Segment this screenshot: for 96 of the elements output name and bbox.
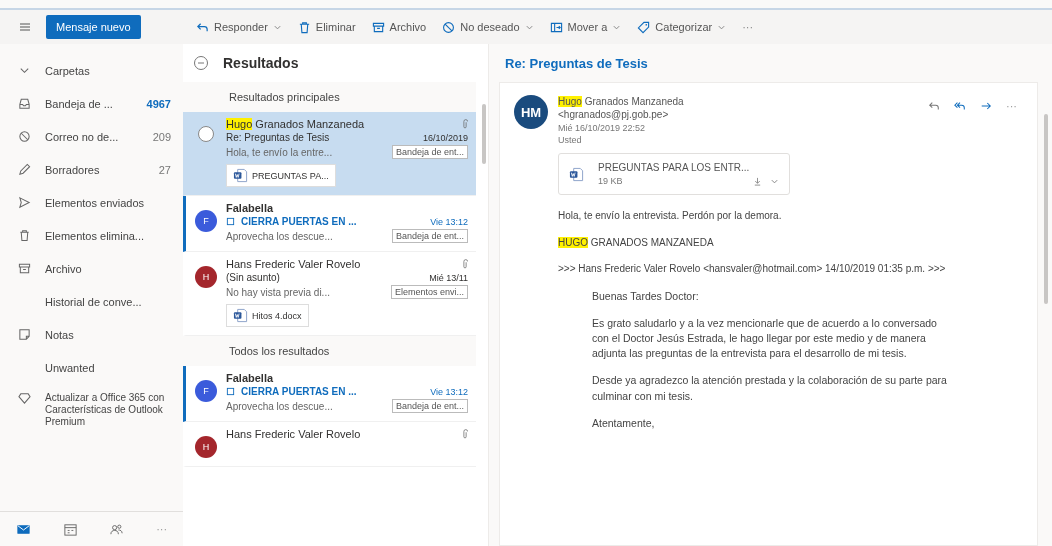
body-text: HUGO GRANADOS MANZANEDA: [558, 235, 715, 250]
message-date: 16/10/2019: [422, 132, 468, 143]
upgrade-link[interactable]: Actualizar a Office 365 con Características de Outlook Premium: [45, 392, 171, 428]
folder-item[interactable]: Unwanted: [45, 361, 171, 374]
body-text: Desde ya agradezco la atención prestada y la colaboración de su parte para culminar con mi tesis.: [591, 373, 948, 404]
tag-icon: [637, 20, 651, 34]
body-text: Buenas Tardes Doctor:: [591, 288, 700, 304]
folder-item[interactable]: Archivo: [45, 262, 171, 275]
tag-icon: [226, 217, 235, 226]
message-subject: CIERRA PUERTAS EN ...: [241, 386, 358, 397]
menu-icon[interactable]: [18, 20, 32, 34]
email-subject: Re: Preguntas de Tesis: [504, 54, 649, 73]
message-date: Mié 13/11: [429, 272, 468, 283]
section-header: Todos los resultados: [183, 336, 476, 366]
sender-name: Falabella: [226, 202, 275, 214]
message-preview: No hay vista previa di...: [226, 286, 331, 298]
sender-name: Hans Frederic Valer Rovelo: [226, 258, 362, 270]
message-subject: CIERRA PUERTAS EN ...: [241, 216, 358, 227]
message-item[interactable]: F Falabella CIERRA PUERTAS EN ... Vie 13:12 Aprovecha los descue... Bandeja de ent...: [183, 196, 476, 252]
folder-item[interactable]: Notas: [45, 328, 171, 341]
attachment-chip[interactable]: PREGUNTAS PA...: [226, 164, 336, 187]
word-document-icon: [233, 168, 248, 183]
trash-icon: [18, 229, 31, 242]
word-document-icon: [569, 166, 584, 182]
reply-icon[interactable]: [928, 100, 940, 112]
message-subject: (Sin asunto): [226, 272, 281, 283]
unread-count: 4967: [146, 97, 171, 110]
message-date: Vie 13:12: [430, 216, 468, 227]
avatar: H: [195, 266, 217, 288]
toolbar-button[interactable]: No deseado: [436, 16, 540, 38]
archive-icon: [371, 20, 385, 34]
body-text: Hola, te envío la entrevista. Perdón por la demora.: [558, 209, 783, 223]
folder-item[interactable]: Correo no de...: [45, 130, 139, 143]
message-preview: Hola, te envío la entre...: [226, 146, 334, 158]
message-subject: Re: Preguntas de Tesis: [226, 132, 331, 143]
attachment-name: PREGUNTAS PA...: [252, 170, 329, 181]
reply-all-icon[interactable]: [954, 100, 966, 112]
folder-tag: Bandeja de ent...: [391, 229, 468, 243]
calendar-icon[interactable]: [62, 521, 78, 537]
sender-address: Hugo Granados Manzaneda <hgranados@pj.gob.pe>: [558, 95, 685, 121]
folder-move-icon: [549, 20, 563, 34]
results-title: Resultados: [223, 55, 299, 71]
toolbar-button[interactable]: Mover a: [543, 16, 628, 38]
avatar: H: [195, 436, 217, 458]
archive-icon: [18, 262, 31, 275]
sender-name: Falabella: [226, 372, 275, 384]
download-icon[interactable]: [753, 176, 762, 186]
pencil-icon: [18, 163, 31, 176]
blocked-icon: [442, 20, 456, 34]
diamond-icon: [18, 392, 31, 405]
folder-tag: Bandeja de ent...: [391, 399, 468, 413]
inbox-icon: [18, 97, 31, 110]
message-item[interactable]: Hugo Granados Manzaneda Re: Preguntas de Tesis 16/10/2019 Hola, te envío la entre... Bandeja de ent... PREGUNTAS PA...: [183, 112, 476, 196]
message-preview: Aprovecha los descue...: [226, 230, 334, 242]
attachment-size: 19 KB: [598, 176, 624, 186]
attachment-name: PREGUNTAS PARA LOS ENTR...: [598, 162, 751, 173]
attachment-card[interactable]: PREGUNTAS PARA LOS ENTR... 19 KB: [558, 153, 790, 195]
message-item[interactable]: F Falabella CIERRA PUERTAS EN ... Vie 13:12 Aprovecha los descue... Bandeja de ent...: [183, 366, 476, 422]
sender-name: Hugo Granados Manzaneda: [226, 118, 366, 130]
unread-count: 27: [158, 163, 171, 176]
send-icon: [18, 196, 31, 209]
word-document-icon: [233, 308, 248, 323]
blocked-icon: [18, 130, 31, 143]
sender-name: Hans Frederic Valer Rovelo: [226, 428, 362, 440]
body-text: >>> Hans Frederic Valer Rovelo <hansvaler@hotmail.com> 14/10/2019 01:35 p.m. >>>: [558, 262, 947, 276]
avatar: HM: [514, 95, 548, 129]
attachment-name: Hitos 4.docx: [252, 310, 302, 321]
note-icon: [18, 328, 31, 341]
folder-tag: Bandeja de ent...: [391, 145, 468, 159]
toolbar-button[interactable]: Archivo: [365, 16, 433, 38]
message-preview: Aprovecha los descue...: [226, 400, 334, 412]
folder-tag: Elementos envi...: [390, 285, 468, 299]
toolbar-button[interactable]: Eliminar: [291, 16, 362, 38]
recipient: Usted: [558, 135, 583, 145]
forward-icon[interactable]: [980, 100, 992, 112]
avatar: F: [195, 380, 217, 402]
sent-date: Mié 16/10/2019 22:52: [558, 123, 647, 133]
folder-item[interactable]: Historial de conve...: [45, 295, 171, 308]
trash-icon: [297, 20, 311, 34]
folder-item[interactable]: Bandeja de ...: [45, 97, 133, 110]
folder-item[interactable]: Elementos enviados: [45, 196, 171, 209]
toolbar-button[interactable]: Responder: [190, 16, 288, 38]
tag-icon: [226, 387, 235, 396]
body-text: Es grato saludarlo y a la vez mencionarle que de acuerdo a lo conversado con el Doctor Jesús Estrada, le hago llegar por este medio y de manera adjunta las preguntas de la entrevista para el desarrollo de mi tesis.: [591, 315, 938, 362]
folder-item[interactable]: Elementos elimina...: [45, 229, 171, 242]
section-header: Resultados principales: [183, 82, 476, 112]
folder-item[interactable]: Borradores: [45, 163, 145, 176]
body-text: Atentamente,: [591, 415, 656, 431]
folders-header[interactable]: Carpetas: [45, 64, 171, 77]
new-message-button[interactable]: Mensaje nuevo: [46, 15, 141, 39]
message-date: Vie 13:12: [430, 386, 468, 397]
avatar: F: [195, 210, 217, 232]
attachment-chip[interactable]: Hitos 4.docx: [226, 304, 309, 327]
toolbar-button[interactable]: Categorizar: [631, 16, 733, 38]
select-checkbox[interactable]: [198, 126, 214, 142]
unread-count: 209: [152, 130, 171, 143]
